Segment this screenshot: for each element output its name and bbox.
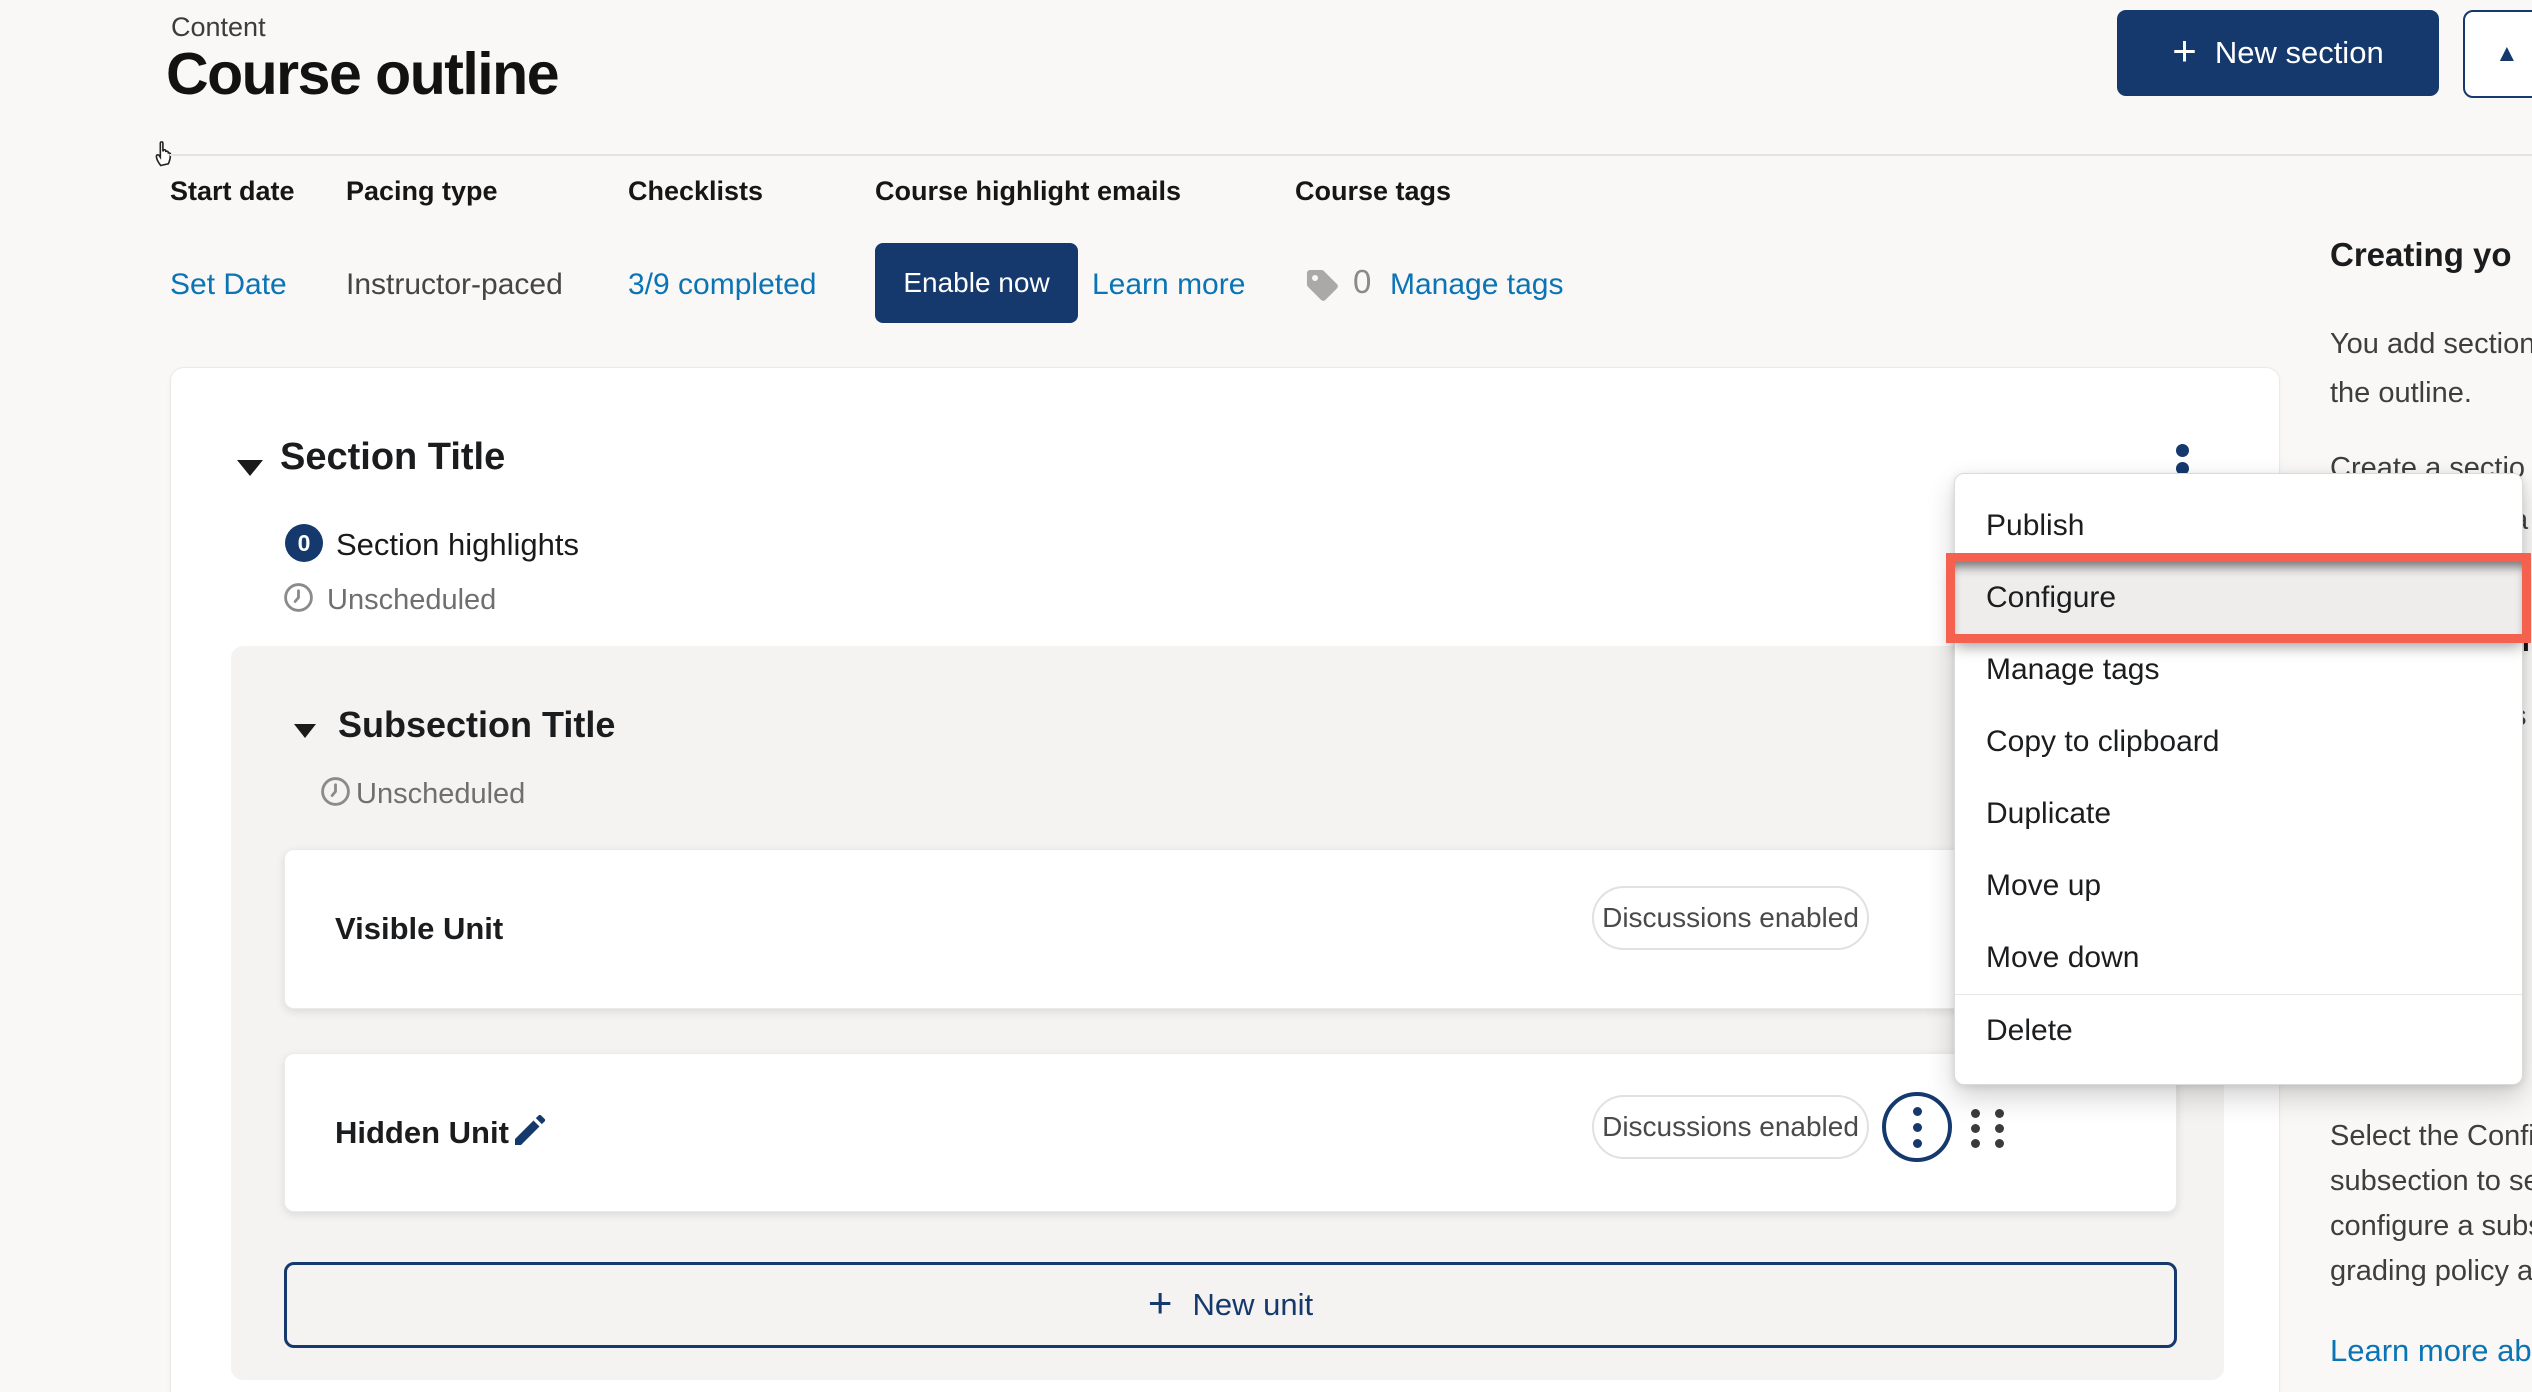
section-context-menu: Publish Configure Manage tags Copy to cl… bbox=[1954, 473, 2523, 1085]
sidebar-paragraph-line: You add section bbox=[2330, 328, 2532, 361]
tag-count: 0 bbox=[1353, 263, 1371, 301]
section-title[interactable]: Section Title bbox=[280, 436, 505, 479]
menu-item-duplicate[interactable]: Duplicate bbox=[1955, 778, 2522, 850]
page-title: Course outline bbox=[166, 40, 558, 108]
edit-pencil-icon[interactable] bbox=[510, 1110, 550, 1150]
sidebar-paragraph-line: subsection to se bbox=[2330, 1165, 2532, 1198]
mouse-cursor-icon bbox=[150, 136, 180, 168]
sidebar-learn-more-link[interactable]: Learn more ab bbox=[2330, 1333, 2532, 1369]
tag-icon bbox=[1303, 266, 1341, 304]
course-outline-page: Content Course outline + New section ▲ S… bbox=[0, 0, 2532, 1392]
pacing-type-label: Pacing type bbox=[346, 176, 498, 207]
discussions-enabled-badge: Discussions enabled bbox=[1592, 886, 1869, 950]
new-section-label: New section bbox=[2215, 35, 2384, 71]
subsection-title[interactable]: Subsection Title bbox=[338, 704, 615, 746]
sidebar-paragraph-line: configure a subs bbox=[2330, 1210, 2532, 1243]
new-unit-button[interactable]: + New unit bbox=[284, 1262, 2177, 1348]
plus-icon: + bbox=[2172, 30, 2197, 72]
sidebar-paragraph-line: grading policy a bbox=[2330, 1255, 2532, 1288]
unit-title[interactable]: Hidden Unit bbox=[335, 1115, 509, 1151]
section-highlights-link[interactable]: Section highlights bbox=[336, 527, 579, 563]
unit-kebab-menu-button[interactable] bbox=[1882, 1092, 1952, 1162]
new-unit-label: New unit bbox=[1192, 1287, 1313, 1323]
sidebar-paragraph-line: the outline. bbox=[2330, 377, 2472, 410]
set-date-link[interactable]: Set Date bbox=[170, 268, 287, 302]
breadcrumb-content: Content bbox=[171, 12, 266, 43]
pacing-type-value: Instructor-paced bbox=[346, 268, 563, 302]
menu-item-delete[interactable]: Delete bbox=[1955, 995, 2522, 1067]
course-tags-label: Course tags bbox=[1295, 176, 1451, 207]
collapse-all-button[interactable]: ▲ bbox=[2463, 10, 2532, 98]
menu-item-publish[interactable]: Publish bbox=[1955, 490, 2522, 562]
subsection-schedule: Unscheduled bbox=[356, 778, 525, 811]
discussions-enabled-badge: Discussions enabled bbox=[1592, 1095, 1869, 1159]
sidebar-paragraph-line: Select the Confi bbox=[2330, 1120, 2532, 1153]
menu-item-move-down[interactable]: Move down bbox=[1955, 922, 2522, 994]
section-highlights-badge: 0 bbox=[285, 524, 323, 562]
section-schedule: Unscheduled bbox=[327, 584, 496, 617]
drag-handle[interactable] bbox=[1971, 1109, 2009, 1149]
section-collapse-caret[interactable] bbox=[237, 460, 263, 476]
checklists-label: Checklists bbox=[628, 176, 763, 207]
manage-tags-link[interactable]: Manage tags bbox=[1390, 268, 1563, 302]
unit-row: Visible Unit bbox=[284, 849, 2177, 1009]
menu-item-configure[interactable]: Configure bbox=[1955, 562, 2522, 634]
discussions-enabled-label: Discussions enabled bbox=[1602, 902, 1859, 934]
learn-more-link[interactable]: Learn more bbox=[1092, 268, 1245, 302]
discussions-enabled-label: Discussions enabled bbox=[1602, 1111, 1859, 1143]
plus-icon: + bbox=[1148, 1282, 1173, 1324]
clock-icon bbox=[283, 582, 314, 613]
menu-item-move-up[interactable]: Move up bbox=[1955, 850, 2522, 922]
unit-title[interactable]: Visible Unit bbox=[335, 911, 503, 947]
caret-up-icon: ▲ bbox=[2495, 40, 2519, 68]
enable-now-label: Enable now bbox=[903, 267, 1049, 299]
menu-item-manage-tags[interactable]: Manage tags bbox=[1955, 634, 2522, 706]
clock-icon bbox=[320, 776, 351, 807]
new-section-button[interactable]: + New section bbox=[2117, 10, 2439, 96]
header-divider bbox=[170, 154, 2532, 156]
enable-now-button[interactable]: Enable now bbox=[875, 243, 1078, 323]
subsection-collapse-caret[interactable] bbox=[294, 724, 316, 738]
checklists-link[interactable]: 3/9 completed bbox=[628, 268, 816, 302]
sidebar-heading: Creating yo bbox=[2330, 236, 2512, 274]
menu-item-copy-to-clipboard[interactable]: Copy to clipboard bbox=[1955, 706, 2522, 778]
start-date-label: Start date bbox=[170, 176, 295, 207]
highlight-emails-label: Course highlight emails bbox=[875, 176, 1181, 207]
